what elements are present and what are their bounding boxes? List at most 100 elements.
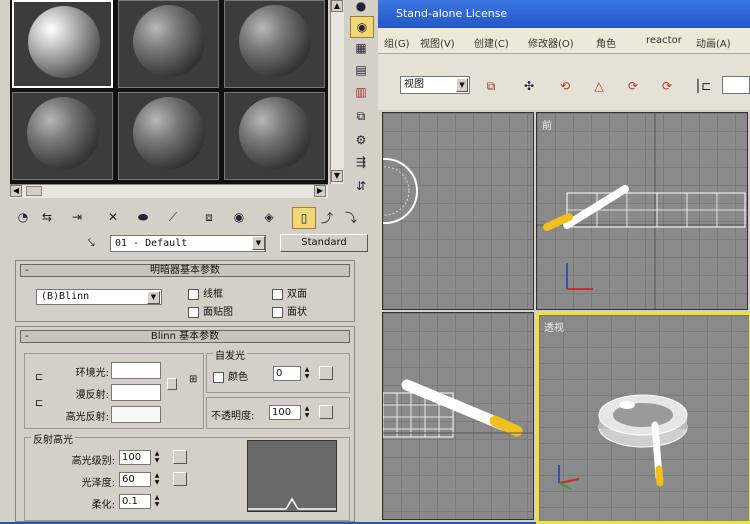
- go-to-parent-icon[interactable]: ⤴: [316, 207, 338, 227]
- reset-map-icon[interactable]: ✕: [102, 207, 124, 227]
- map-button[interactable]: [173, 472, 187, 486]
- highlight-curve-icon: [248, 497, 336, 510]
- angle-snap-icon[interactable]: ⟳: [622, 76, 644, 96]
- opacity-value[interactable]: 100: [269, 405, 301, 420]
- assign-to-selection-icon[interactable]: ⇥: [66, 207, 88, 227]
- put-to-scene-icon[interactable]: ⇆: [36, 207, 58, 227]
- viewport-front[interactable]: 前: [536, 112, 748, 310]
- put-to-library-icon[interactable]: ⧈: [198, 207, 220, 227]
- sample-type-icon[interactable]: ●: [350, 0, 372, 16]
- scroll-down-icon[interactable]: ▼: [331, 170, 343, 182]
- pivot-center-icon[interactable]: ⧉: [480, 76, 502, 96]
- menu-item[interactable]: 动画(A): [696, 35, 731, 50]
- specular-level-value[interactable]: 100: [119, 450, 151, 465]
- options-icon[interactable]: ⚙: [350, 130, 372, 150]
- menu-item[interactable]: reactor: [646, 35, 682, 46]
- main-toolbar: 视图 ▼ ⧉ ✣ ⟲ △ ⟳ ⟳ ⎮⊏: [378, 54, 750, 110]
- material-effects-channel-icon[interactable]: ◉: [228, 207, 250, 227]
- menu-item[interactable]: 视图(V): [420, 35, 455, 50]
- scroll-thumb[interactable]: [26, 186, 42, 196]
- map-button[interactable]: [167, 378, 177, 390]
- spinner-icon[interactable]: ▲ ▼: [153, 472, 161, 486]
- viewport-left[interactable]: [382, 312, 534, 520]
- specular-level-label: 高光级别:: [71, 456, 115, 467]
- scroll-up-icon[interactable]: ▲: [331, 0, 343, 12]
- sample-slot[interactable]: [118, 0, 219, 88]
- glossiness-value[interactable]: 60: [119, 472, 151, 487]
- menu-item[interactable]: 角色: [596, 35, 616, 50]
- self-illumination-value[interactable]: 0: [273, 366, 301, 381]
- video-color-check-icon[interactable]: ▥: [350, 82, 372, 102]
- two-sided-checkbox[interactable]: 双面: [272, 285, 307, 300]
- specular-color-swatch[interactable]: [111, 406, 161, 423]
- dropdown-arrow-icon[interactable]: ▼: [456, 78, 468, 92]
- specular-highlights-title: 反射高光: [31, 431, 75, 446]
- sample-sphere: [239, 97, 311, 169]
- sample-sphere: [133, 5, 205, 77]
- spinner-icon[interactable]: ▲ ▼: [303, 366, 311, 380]
- select-and-link-icon[interactable]: ✣: [518, 76, 540, 96]
- material-toolbar: ◔ ⇆ ⇥ ✕ ⬬ ⟋ ⧈ ◉ ◈ ▯ ⤴ ⤵: [10, 205, 370, 229]
- show-end-result-icon[interactable]: ▯: [292, 207, 316, 229]
- sample-slot[interactable]: [224, 92, 325, 180]
- face-map-checkbox[interactable]: 面贴图: [188, 303, 233, 318]
- mirror-icon[interactable]: ⟲: [554, 76, 576, 96]
- copy-material-icon[interactable]: ⬬: [132, 207, 154, 227]
- go-forward-to-sibling-icon[interactable]: ⤵: [340, 207, 362, 227]
- make-preview-icon[interactable]: ⧉: [350, 106, 372, 126]
- show-map-in-viewport-icon[interactable]: ◈: [258, 207, 280, 227]
- ambient-label: 环境光:: [75, 368, 109, 379]
- sample-slot[interactable]: [12, 92, 113, 180]
- faceted-checkbox[interactable]: 面状: [272, 303, 307, 318]
- viewport-top[interactable]: [382, 112, 534, 310]
- named-selection-icon[interactable]: ⎮⊏: [692, 76, 714, 96]
- material-name-field[interactable]: 01 - Default: [110, 235, 266, 252]
- select-by-material-icon[interactable]: ⇶: [350, 152, 372, 172]
- material-dropdown-arrow[interactable]: ▼: [252, 236, 265, 250]
- named-selection-field[interactable]: [722, 76, 750, 94]
- make-unique-icon[interactable]: ⟋: [162, 207, 184, 227]
- viewport-perspective[interactable]: 透视: [536, 312, 750, 524]
- shader-select[interactable]: (B)Blinn: [36, 289, 162, 305]
- wire-checkbox[interactable]: 线框: [188, 285, 223, 300]
- sample-uv-tiling-icon[interactable]: ▤: [350, 60, 372, 80]
- map-button[interactable]: [319, 366, 333, 380]
- window-title: Stand-alone License: [378, 0, 750, 28]
- spinner-icon[interactable]: ▲ ▼: [153, 494, 161, 508]
- diffuse-label: 漫反射:: [75, 390, 109, 401]
- sample-slot[interactable]: [118, 92, 219, 180]
- spinner-icon[interactable]: ▲ ▼: [303, 405, 311, 419]
- align-icon[interactable]: △: [588, 76, 610, 96]
- soften-value[interactable]: 0.1: [119, 494, 151, 509]
- sample-slot[interactable]: [224, 0, 325, 88]
- rollout-header[interactable]: - 明暗器基本参数: [20, 264, 350, 277]
- ambient-color-swatch[interactable]: [111, 362, 161, 379]
- lock-icon[interactable]: ⊞: [189, 374, 197, 385]
- map-button[interactable]: [319, 405, 333, 419]
- pick-material-icon[interactable]: ⤥: [88, 235, 106, 251]
- spinner-icon[interactable]: ▲ ▼: [153, 450, 161, 464]
- menu-item[interactable]: 组(G): [384, 35, 410, 50]
- slots-horizontal-scrollbar[interactable]: ◀ ▶: [10, 184, 328, 198]
- shader-dropdown-arrow[interactable]: ▼: [147, 291, 160, 304]
- scroll-left-icon[interactable]: ◀: [10, 185, 22, 197]
- percent-snap-icon[interactable]: ⟳: [656, 76, 678, 96]
- sample-slots: [10, 0, 328, 184]
- get-material-icon[interactable]: ◔: [12, 207, 34, 227]
- diffuse-color-swatch[interactable]: [111, 384, 161, 401]
- color-checkbox[interactable]: 颜色: [213, 368, 248, 383]
- menu-item[interactable]: 修改器(O): [528, 35, 574, 50]
- menu-item[interactable]: 创建(C): [474, 35, 509, 50]
- rollout-title: 明暗器基本参数: [150, 265, 220, 276]
- rollout-header[interactable]: - Blinn 基本参数: [20, 330, 350, 343]
- material-type-button[interactable]: Standard: [280, 234, 368, 252]
- map-button[interactable]: [173, 450, 187, 464]
- blinn-rollout: - Blinn 基本参数 ⊏ ⊏ 环境光: 漫反射: 高光反射: ⊞ 自发光 颜…: [15, 326, 355, 522]
- lock-icon[interactable]: ⊏: [35, 372, 43, 383]
- backlight-icon[interactable]: ◉: [350, 16, 374, 38]
- material-navigator-icon[interactable]: ⇵: [350, 176, 372, 196]
- checker-background-icon[interactable]: ▦: [350, 38, 372, 58]
- slots-vertical-scrollbar[interactable]: ▲ ▼: [330, 0, 344, 184]
- scroll-right-icon[interactable]: ▶: [314, 185, 326, 197]
- sample-slot[interactable]: [12, 0, 113, 88]
